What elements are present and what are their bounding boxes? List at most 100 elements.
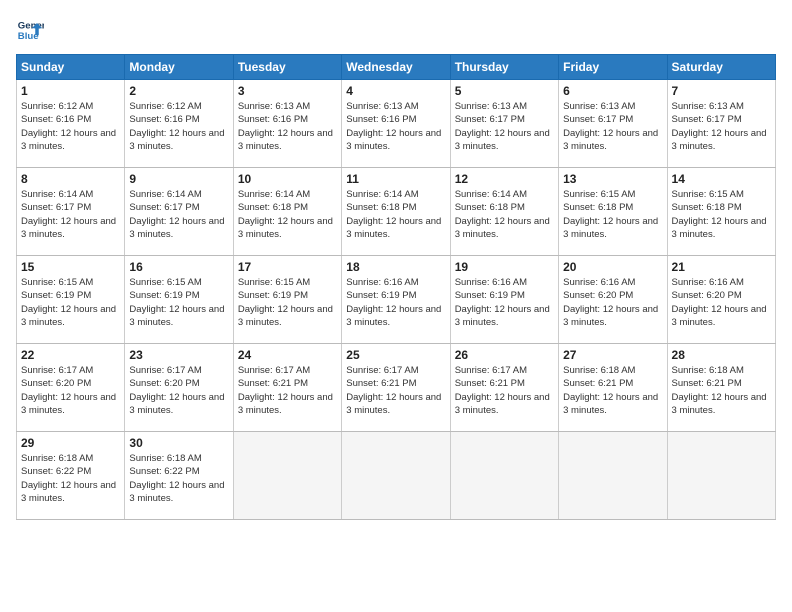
week-row: 1 Sunrise: 6:12 AMSunset: 6:16 PMDaylight…: [17, 80, 776, 168]
day-header-monday: Monday: [125, 55, 233, 80]
day-info: Sunrise: 6:13 AMSunset: 6:16 PMDaylight:…: [346, 100, 445, 153]
day-number: 7: [672, 84, 771, 98]
day-cell: 16 Sunrise: 6:15 AMSunset: 6:19 PMDayligh…: [125, 256, 233, 344]
day-number: 16: [129, 260, 228, 274]
day-info: Sunrise: 6:15 AMSunset: 6:18 PMDaylight:…: [672, 188, 771, 241]
day-cell: 21 Sunrise: 6:16 AMSunset: 6:20 PMDayligh…: [667, 256, 775, 344]
day-number: 29: [21, 436, 120, 450]
day-number: 19: [455, 260, 554, 274]
day-header-saturday: Saturday: [667, 55, 775, 80]
day-number: 26: [455, 348, 554, 362]
day-info: Sunrise: 6:12 AMSunset: 6:16 PMDaylight:…: [129, 100, 228, 153]
logo-icon: General Blue: [16, 16, 44, 44]
day-number: 6: [563, 84, 662, 98]
day-info: Sunrise: 6:16 AMSunset: 6:19 PMDaylight:…: [455, 276, 554, 329]
day-cell: [559, 432, 667, 520]
day-info: Sunrise: 6:18 AMSunset: 6:21 PMDaylight:…: [563, 364, 662, 417]
day-cell: 15 Sunrise: 6:15 AMSunset: 6:19 PMDayligh…: [17, 256, 125, 344]
day-info: Sunrise: 6:16 AMSunset: 6:20 PMDaylight:…: [672, 276, 771, 329]
day-info: Sunrise: 6:13 AMSunset: 6:17 PMDaylight:…: [672, 100, 771, 153]
day-info: Sunrise: 6:17 AMSunset: 6:21 PMDaylight:…: [346, 364, 445, 417]
day-number: 15: [21, 260, 120, 274]
day-cell: 12 Sunrise: 6:14 AMSunset: 6:18 PMDayligh…: [450, 168, 558, 256]
day-number: 1: [21, 84, 120, 98]
day-number: 24: [238, 348, 337, 362]
calendar-table: SundayMondayTuesdayWednesdayThursdayFrid…: [16, 54, 776, 520]
day-info: Sunrise: 6:14 AMSunset: 6:18 PMDaylight:…: [455, 188, 554, 241]
day-cell: 30 Sunrise: 6:18 AMSunset: 6:22 PMDayligh…: [125, 432, 233, 520]
day-info: Sunrise: 6:17 AMSunset: 6:20 PMDaylight:…: [129, 364, 228, 417]
day-cell: 2 Sunrise: 6:12 AMSunset: 6:16 PMDaylight…: [125, 80, 233, 168]
day-cell: 20Sunrise: 6:16 AMSunset: 6:20 PMDayligh…: [559, 256, 667, 344]
day-cell: 11 Sunrise: 6:14 AMSunset: 6:18 PMDayligh…: [342, 168, 450, 256]
week-row: 29 Sunrise: 6:18 AMSunset: 6:22 PMDayligh…: [17, 432, 776, 520]
day-number: 11: [346, 172, 445, 186]
day-header-wednesday: Wednesday: [342, 55, 450, 80]
day-cell: 1 Sunrise: 6:12 AMSunset: 6:16 PMDaylight…: [17, 80, 125, 168]
day-number: 4: [346, 84, 445, 98]
day-number: 28: [672, 348, 771, 362]
week-row: 8 Sunrise: 6:14 AMSunset: 6:17 PMDaylight…: [17, 168, 776, 256]
day-info: Sunrise: 6:13 AMSunset: 6:17 PMDaylight:…: [563, 100, 662, 153]
day-cell: 6 Sunrise: 6:13 AMSunset: 6:17 PMDaylight…: [559, 80, 667, 168]
day-info: Sunrise: 6:17 AMSunset: 6:21 PMDaylight:…: [238, 364, 337, 417]
day-info: Sunrise: 6:15 AMSunset: 6:19 PMDaylight:…: [129, 276, 228, 329]
day-cell: 19 Sunrise: 6:16 AMSunset: 6:19 PMDayligh…: [450, 256, 558, 344]
day-number: 13: [563, 172, 662, 186]
day-info: Sunrise: 6:13 AMSunset: 6:16 PMDaylight:…: [238, 100, 337, 153]
day-cell: 23 Sunrise: 6:17 AMSunset: 6:20 PMDayligh…: [125, 344, 233, 432]
day-number: 10: [238, 172, 337, 186]
day-cell: 8 Sunrise: 6:14 AMSunset: 6:17 PMDaylight…: [17, 168, 125, 256]
header-row: SundayMondayTuesdayWednesdayThursdayFrid…: [17, 55, 776, 80]
day-cell: 27 Sunrise: 6:18 AMSunset: 6:21 PMDayligh…: [559, 344, 667, 432]
day-number: 2: [129, 84, 228, 98]
day-info: Sunrise: 6:17 AMSunset: 6:21 PMDaylight:…: [455, 364, 554, 417]
day-info: Sunrise: 6:18 AMSunset: 6:22 PMDaylight:…: [21, 452, 120, 505]
week-row: 22Sunrise: 6:17 AMSunset: 6:20 PMDayligh…: [17, 344, 776, 432]
day-cell: 13 Sunrise: 6:15 AMSunset: 6:18 PMDayligh…: [559, 168, 667, 256]
day-number: 20: [563, 260, 662, 274]
day-number: 12: [455, 172, 554, 186]
day-cell: 9 Sunrise: 6:14 AMSunset: 6:17 PMDaylight…: [125, 168, 233, 256]
day-cell: 3 Sunrise: 6:13 AMSunset: 6:16 PMDaylight…: [233, 80, 341, 168]
day-number: 27: [563, 348, 662, 362]
day-cell: 5Sunrise: 6:13 AMSunset: 6:17 PMDaylight…: [450, 80, 558, 168]
day-cell: 7 Sunrise: 6:13 AMSunset: 6:17 PMDaylight…: [667, 80, 775, 168]
logo: General Blue: [16, 16, 44, 44]
day-info: Sunrise: 6:13 AMSunset: 6:17 PMDaylight:…: [455, 100, 554, 153]
day-cell: 10Sunrise: 6:14 AMSunset: 6:18 PMDayligh…: [233, 168, 341, 256]
day-info: Sunrise: 6:12 AMSunset: 6:16 PMDaylight:…: [21, 100, 120, 153]
day-info: Sunrise: 6:14 AMSunset: 6:17 PMDaylight:…: [129, 188, 228, 241]
day-cell: 29 Sunrise: 6:18 AMSunset: 6:22 PMDayligh…: [17, 432, 125, 520]
day-cell: 26 Sunrise: 6:17 AMSunset: 6:21 PMDayligh…: [450, 344, 558, 432]
day-cell: [342, 432, 450, 520]
day-cell: 17 Sunrise: 6:15 AMSunset: 6:19 PMDayligh…: [233, 256, 341, 344]
day-info: Sunrise: 6:15 AMSunset: 6:18 PMDaylight:…: [563, 188, 662, 241]
day-number: 17: [238, 260, 337, 274]
day-number: 8: [21, 172, 120, 186]
day-cell: 14Sunrise: 6:15 AMSunset: 6:18 PMDayligh…: [667, 168, 775, 256]
calendar-header: General Blue: [16, 16, 776, 44]
day-number: 21: [672, 260, 771, 274]
day-number: 3: [238, 84, 337, 98]
day-number: 25: [346, 348, 445, 362]
day-info: Sunrise: 6:16 AMSunset: 6:19 PMDaylight:…: [346, 276, 445, 329]
day-cell: 4 Sunrise: 6:13 AMSunset: 6:16 PMDaylight…: [342, 80, 450, 168]
day-number: 23: [129, 348, 228, 362]
day-cell: 28 Sunrise: 6:18 AMSunset: 6:21 PMDayligh…: [667, 344, 775, 432]
day-info: Sunrise: 6:14 AMSunset: 6:17 PMDaylight:…: [21, 188, 120, 241]
day-number: 18: [346, 260, 445, 274]
day-header-sunday: Sunday: [17, 55, 125, 80]
day-header-friday: Friday: [559, 55, 667, 80]
day-cell: [450, 432, 558, 520]
day-number: 30: [129, 436, 228, 450]
day-header-thursday: Thursday: [450, 55, 558, 80]
day-info: Sunrise: 6:15 AMSunset: 6:19 PMDaylight:…: [21, 276, 120, 329]
day-info: Sunrise: 6:14 AMSunset: 6:18 PMDaylight:…: [346, 188, 445, 241]
day-cell: [233, 432, 341, 520]
day-info: Sunrise: 6:15 AMSunset: 6:19 PMDaylight:…: [238, 276, 337, 329]
day-info: Sunrise: 6:18 AMSunset: 6:21 PMDaylight:…: [672, 364, 771, 417]
week-row: 15 Sunrise: 6:15 AMSunset: 6:19 PMDayligh…: [17, 256, 776, 344]
day-info: Sunrise: 6:18 AMSunset: 6:22 PMDaylight:…: [129, 452, 228, 505]
day-number: 9: [129, 172, 228, 186]
